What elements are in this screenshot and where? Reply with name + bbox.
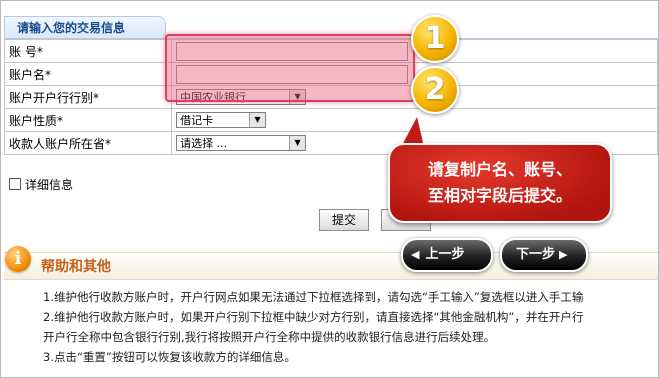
callout-line-1: 请复制户名、账号、 [427, 160, 572, 179]
chevron-down-icon: ▼ [249, 113, 266, 127]
province-select[interactable]: 请选择 ... ▼ [176, 135, 307, 151]
chevron-down-icon: ▼ [289, 136, 306, 150]
province-value: 请选择 ... [180, 137, 228, 150]
instruction-callout: 请复制户名、账号、 至相对字段后提交。 [388, 143, 612, 223]
help-line: 1.维护他行收款方账户时，开户行网点如果无法通过下拉框选择到，请勾选“手工输入”… [43, 290, 584, 304]
help-title: 帮助和其他 [41, 259, 111, 275]
account-type-select[interactable]: 借记卡 ▼ [176, 112, 267, 128]
help-line: 2.维护他行收款方账户时，如果开户行别下拉框中缺少对方行别，请直接选择“其他金融… [43, 310, 584, 324]
triangle-right-icon: ▶ [559, 248, 568, 261]
province-label: 收款人账户所在省* [3, 131, 173, 155]
detail-info-row[interactable]: 详细信息 [9, 176, 73, 193]
help-text: 1.维护他行收款方账户时，开户行网点如果无法通过下拉框选择到，请勾选“手工输入”… [43, 287, 658, 367]
tutorial-frame: 请输入您的交易信息 账 号* 账户名* 账户开户行行别* 中国农业银行 ▼ 账户… [0, 0, 659, 378]
step-badge-2: 2 [411, 66, 459, 114]
triangle-left-icon: ◀ [411, 248, 420, 261]
help-line: 开户行全称中包含银行行别,我行将按照开户行全称中提供的收款银行信息进行后续处理。 [43, 330, 496, 344]
previous-step-label: 上一步 [425, 247, 465, 262]
detail-info-label: 详细信息 [25, 178, 74, 192]
previous-step-button[interactable]: ◀ 上一步 [401, 238, 493, 272]
info-icon: i [5, 246, 31, 272]
field-highlight [165, 34, 415, 102]
detail-info-checkbox[interactable] [9, 178, 21, 190]
account-name-label: 账户名* [3, 62, 173, 86]
form-section-title: 请输入您的交易信息 [4, 16, 166, 38]
next-step-button[interactable]: 下一步 ▶ [500, 238, 588, 272]
step-badge-1: 1 [411, 15, 459, 63]
account-number-label: 账 号* [3, 39, 173, 63]
submit-button[interactable]: 提交 [319, 209, 369, 231]
next-step-label: 下一步 [516, 247, 556, 262]
account-type-value: 借记卡 [180, 114, 214, 127]
form-row-account-type: 账户性质* 借记卡 ▼ [3, 108, 658, 132]
account-type-label: 账户性质* [3, 108, 173, 132]
callout-line-2: 至相对字段后提交。 [427, 186, 572, 205]
bank-type-label: 账户开户行行别* [3, 85, 173, 109]
help-line: 3.点击“重置”按钮可以恢复该收款方的详细信息。 [43, 350, 296, 364]
